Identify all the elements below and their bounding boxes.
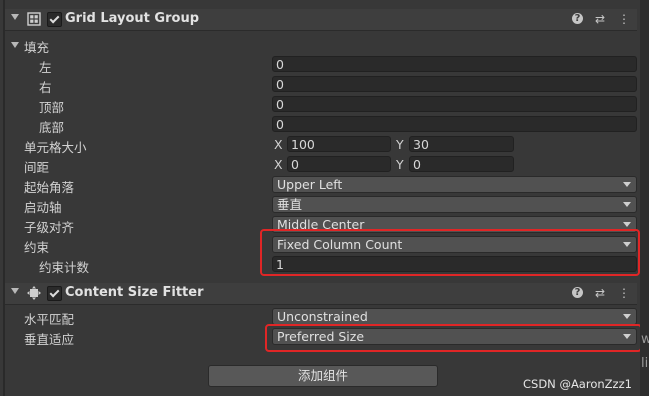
content-size-fitter-header[interactable]: Content Size Fitter ? ⇄ ⋮ bbox=[5, 283, 637, 305]
start-axis-dropdown[interactable]: 垂直 bbox=[272, 196, 637, 213]
vertical-fit-highlight-box bbox=[265, 324, 642, 352]
constraint-count-label: 约束计数 bbox=[39, 260, 90, 275]
start-axis-label: 启动轴 bbox=[24, 200, 62, 215]
dropdown-caret-icon bbox=[623, 202, 631, 207]
add-component-button[interactable]: 添加组件 bbox=[208, 365, 438, 387]
horizontal-fit-value: Unconstrained bbox=[277, 309, 368, 324]
preset-icon[interactable]: ⇄ bbox=[593, 286, 607, 300]
spacing-label: 间距 bbox=[24, 160, 50, 175]
stray-text-top: w bbox=[641, 332, 649, 347]
cell-size-x-label[interactable]: X bbox=[274, 137, 283, 152]
collapse-arrow-icon[interactable] bbox=[11, 288, 19, 294]
vertical-fit-label: 垂直适应 bbox=[24, 332, 75, 347]
more-icon[interactable]: ⋮ bbox=[617, 12, 631, 26]
spacing-y-label[interactable]: Y bbox=[396, 157, 404, 172]
start-axis-value: 垂直 bbox=[277, 197, 303, 212]
more-icon[interactable]: ⋮ bbox=[617, 286, 631, 300]
start-corner-value: Upper Left bbox=[277, 177, 343, 192]
spacing-y-field[interactable]: 0 bbox=[409, 156, 514, 172]
help-icon[interactable]: ? bbox=[572, 13, 584, 24]
spacing-x-label[interactable]: X bbox=[274, 157, 283, 172]
component-title: Content Size Fitter bbox=[65, 285, 204, 300]
component-title: Grid Layout Group bbox=[65, 11, 199, 26]
child-alignment-label: 子级对齐 bbox=[24, 220, 75, 235]
padding-bottom-field[interactable]: 0 bbox=[272, 116, 637, 132]
start-corner-label: 起始角落 bbox=[24, 180, 75, 195]
start-corner-dropdown[interactable]: Upper Left bbox=[272, 176, 637, 193]
horizontal-fit-dropdown[interactable]: Unconstrained bbox=[272, 308, 637, 325]
padding-right-field[interactable]: 0 bbox=[272, 76, 637, 92]
cell-size-x-field[interactable]: 100 bbox=[287, 136, 391, 152]
preset-icon[interactable]: ⇄ bbox=[593, 12, 607, 26]
inspector-left-rule bbox=[3, 0, 5, 396]
dropdown-caret-icon bbox=[623, 314, 631, 319]
constraint-label: 约束 bbox=[24, 240, 50, 255]
grid-layout-group-header[interactable]: Grid Layout Group ? ⇄ ⋮ bbox=[5, 9, 637, 31]
stray-text-bottom: li bbox=[641, 356, 649, 371]
cell-size-y-label[interactable]: Y bbox=[396, 137, 404, 152]
padding-top-label: 顶部 bbox=[39, 100, 65, 115]
enabled-checkbox[interactable] bbox=[47, 286, 62, 301]
horizontal-fit-label: 水平匹配 bbox=[24, 312, 75, 327]
padding-top-field[interactable]: 0 bbox=[272, 96, 637, 112]
cell-size-y-field[interactable]: 30 bbox=[409, 136, 514, 152]
padding-label: 填充 bbox=[24, 40, 50, 55]
constraint-highlight-box bbox=[260, 229, 640, 276]
help-icon[interactable]: ? bbox=[572, 287, 584, 298]
watermark: CSDN @AaronZzz1 bbox=[523, 377, 632, 391]
padding-fold-arrow-icon[interactable] bbox=[11, 42, 19, 48]
inspector-panel: Grid Layout Group ? ⇄ ⋮ 填充 左 0 右 0 顶部 0 … bbox=[0, 0, 649, 396]
dropdown-caret-icon bbox=[623, 182, 631, 187]
dropdown-caret-icon bbox=[623, 222, 631, 227]
spacing-x-field[interactable]: 0 bbox=[287, 156, 391, 172]
padding-right-label: 右 bbox=[39, 80, 52, 95]
padding-left-field[interactable]: 0 bbox=[272, 56, 637, 72]
collapse-arrow-icon[interactable] bbox=[11, 14, 19, 20]
grid-layout-icon bbox=[27, 12, 41, 26]
padding-left-label: 左 bbox=[39, 60, 52, 75]
enabled-checkbox[interactable] bbox=[47, 12, 62, 27]
content-size-fitter-icon bbox=[27, 286, 41, 300]
padding-bottom-label: 底部 bbox=[39, 120, 65, 135]
cell-size-label: 单元格大小 bbox=[24, 140, 87, 155]
